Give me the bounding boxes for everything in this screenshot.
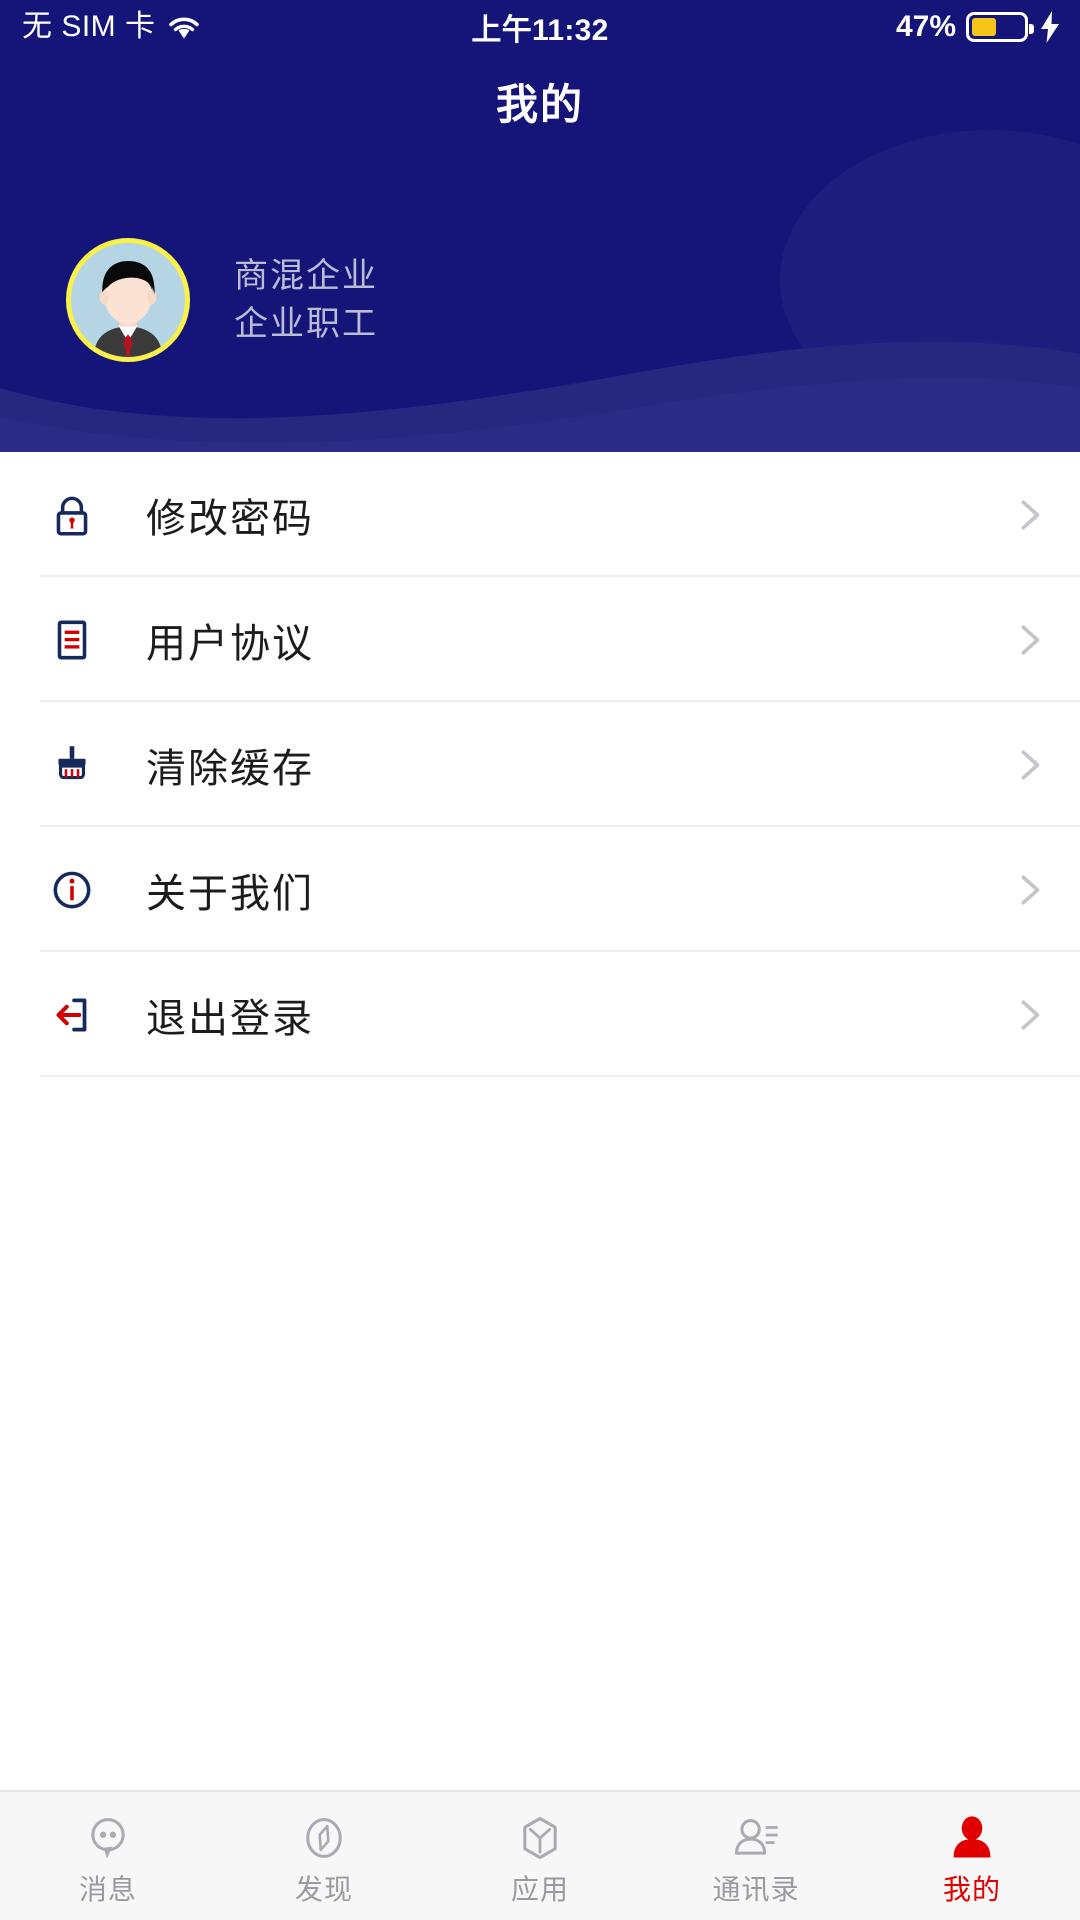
battery-icon [966,12,1034,42]
menu-item-label: 关于我们 [146,871,314,916]
cube-icon [511,1809,569,1867]
profile-block[interactable]: 商混企业 企业职工 [0,238,1080,362]
lock-icon [44,487,100,543]
avatar[interactable] [66,238,190,362]
menu-item-label: 用户协议 [146,621,314,666]
status-bar: 无 SIM 卡 上午11:32 47% [0,0,1080,54]
status-bar-right: 47% [896,10,1062,44]
contacts-icon [727,1809,785,1867]
menu-item-user-agreement[interactable]: 用户协议 [0,577,1080,702]
tab-label: 发现 [294,1873,353,1905]
menu-item-label: 退出登录 [146,996,314,1041]
page-title: 我的 [495,80,584,128]
profile-company: 商混企业 [234,257,378,295]
chevron-right-icon [1021,874,1040,905]
tab-contacts[interactable]: 通讯录 [648,1809,864,1904]
logout-icon [44,987,100,1043]
info-circle-icon [44,862,100,918]
chat-bubble-icon [79,1809,137,1867]
tab-discover[interactable]: 发现 [216,1809,432,1904]
menu-item-logout[interactable]: 退出登录 [0,952,1080,1077]
profile-role: 企业职工 [234,305,378,343]
user-avatar-illustration [71,243,185,357]
chevron-right-icon [1021,749,1040,780]
menu-item-change-password[interactable]: 修改密码 [0,452,1080,577]
person-icon [943,1809,1001,1867]
menu-item-clear-cache[interactable]: 清除缓存 [0,702,1080,827]
settings-menu-list: 修改密码 用户协议 清除缓存 关于我们 退出登录 [0,452,1080,1077]
mobile-screen: 无 SIM 卡 上午11:32 47% 我的 商混企业 企业职工 修改密码 用户… [0,0,1080,1920]
profile-text: 商混企业 企业职工 [234,259,378,341]
tab-label: 通讯录 [712,1873,800,1905]
chevron-right-icon [1021,499,1040,530]
bottom-tab-bar: 消息 发现 应用 通讯录 我的 [0,1790,1080,1920]
chevron-right-icon [1021,999,1040,1030]
tab-apps[interactable]: 应用 [432,1809,648,1904]
tab-mine[interactable]: 我的 [864,1809,1080,1904]
chevron-right-icon [1021,624,1040,655]
menu-item-label: 清除缓存 [146,746,314,791]
lightning-bolt-icon [1041,11,1059,43]
battery-fill [972,18,996,36]
menu-item-about-us[interactable]: 关于我们 [0,827,1080,952]
tab-label: 消息 [78,1873,137,1905]
menu-item-label: 修改密码 [146,496,314,541]
compass-icon [295,1809,353,1867]
battery-percent-label: 47% [895,10,956,43]
tab-label: 我的 [942,1873,1001,1905]
broom-icon [44,737,100,793]
document-icon [44,612,100,668]
tab-messages[interactable]: 消息 [0,1809,216,1904]
tab-label: 应用 [510,1873,569,1905]
